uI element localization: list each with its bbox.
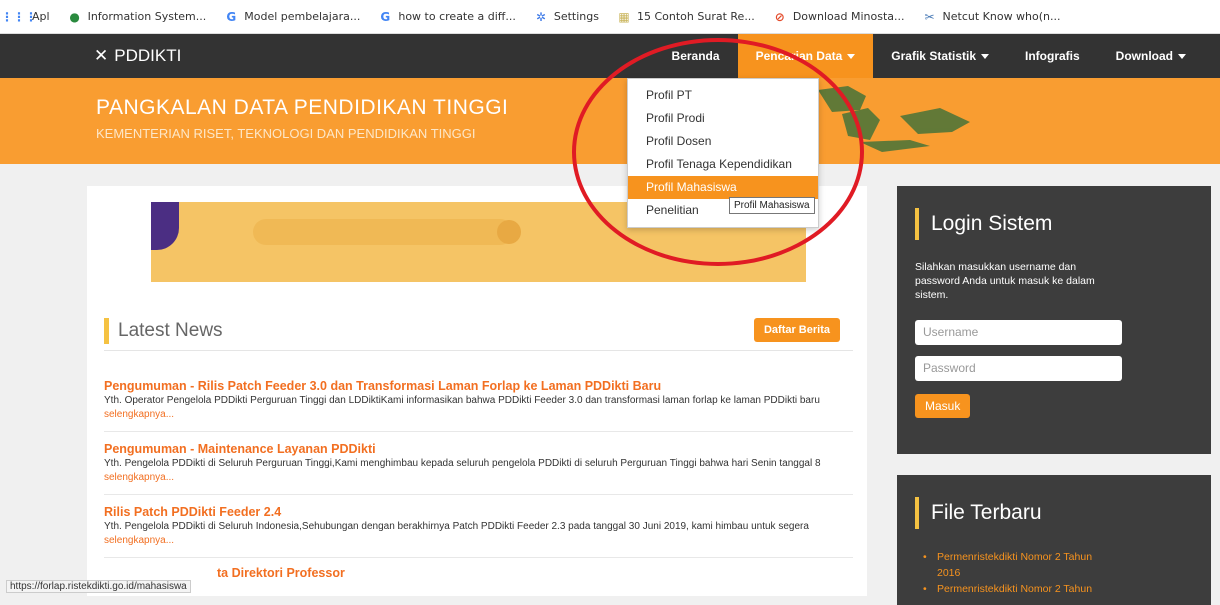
read-more-link[interactable]: selengkapnya... bbox=[104, 535, 174, 546]
caret-down-icon bbox=[981, 53, 989, 59]
panel-title: File Terbaru bbox=[931, 501, 1042, 524]
login-description: Silahkan masukkan username dan password … bbox=[915, 261, 1095, 301]
file-list: Permenristekdikti Nomor 2 Tahun 2016 Per… bbox=[923, 549, 1103, 597]
bookmark-how-to-create[interactable]: Ghow to create a diff... bbox=[378, 9, 516, 24]
news-summary: Yth. Operator Pengelola PDDikti Pergurua… bbox=[104, 394, 853, 422]
main-content: Latest News Daftar Berita Pengumuman - R… bbox=[87, 186, 867, 596]
bookmark-download-minosta[interactable]: ⊘ Download Minosta... bbox=[773, 10, 905, 24]
ad-progress-bar bbox=[253, 219, 513, 245]
nav-infografis[interactable]: Infografis bbox=[1007, 34, 1098, 78]
bookmark-label: Apl bbox=[32, 10, 50, 23]
bookmark-model-pembelajaran[interactable]: G Model pembelajara... bbox=[224, 10, 360, 24]
bookmark-apps[interactable]: ⋮⋮⋮ Apl bbox=[1, 9, 50, 24]
main-nav: Beranda Pencarian Data Grafik Statistik … bbox=[654, 34, 1220, 78]
brand-logo[interactable]: ✕ PDDIKTI bbox=[94, 46, 181, 66]
news-body: Yth. Pengelola PDDikti di Seluruh Indone… bbox=[104, 521, 809, 532]
login-panel: Login Sistem Silahkan masukkan username … bbox=[897, 186, 1211, 454]
section-title: Latest News bbox=[118, 320, 223, 341]
news-body: Yth. Pengelola PDDikti di Seluruh Pergur… bbox=[104, 458, 821, 469]
ad-shape bbox=[151, 202, 179, 250]
top-navbar: ✕ PDDIKTI Beranda Pencarian Data Grafik S… bbox=[0, 34, 1220, 78]
news-item: ta Direktori Professor bbox=[104, 566, 853, 589]
news-title-link[interactable]: Pengumuman - Maintenance Layanan PDDikti bbox=[104, 442, 853, 456]
scissors-icon: ✂ bbox=[924, 9, 935, 24]
menu-item-profil-tenaga-kependidikan[interactable]: Profil Tenaga Kependidikan bbox=[628, 153, 818, 176]
login-header: Login Sistem bbox=[915, 208, 1052, 240]
news-item: Rilis Patch PDDikti Feeder 2.4 Yth. Peng… bbox=[104, 505, 853, 558]
news-title-link[interactable]: Rilis Patch PDDikti Feeder 2.4 bbox=[104, 505, 853, 519]
globe-icon: ● bbox=[69, 9, 80, 24]
news-summary: Yth. Pengelola PDDikti di Seluruh Pergur… bbox=[104, 457, 853, 485]
bookmark-label: Model pembelajara... bbox=[244, 10, 361, 23]
accent-bar bbox=[915, 497, 919, 529]
nav-pencarian-data[interactable]: Pencarian Data bbox=[737, 34, 874, 78]
news-list: Pengumuman - Rilis Patch Feeder 3.0 dan … bbox=[104, 379, 853, 599]
news-body: Yth. Operator Pengelola PDDikti Pergurua… bbox=[104, 395, 820, 406]
username-input[interactable]: Username bbox=[915, 320, 1122, 345]
banner-subtitle: KEMENTERIAN RISET, TEKNOLOGI DAN PENDIDI… bbox=[96, 126, 476, 141]
bookmark-label: Settings bbox=[553, 10, 599, 23]
news-item: Pengumuman - Maintenance Layanan PDDikti… bbox=[104, 442, 853, 495]
file-link[interactable]: Permenristekdikti Nomor 2 Tahun 2016 bbox=[923, 549, 1103, 581]
bookmark-label: 15 Contoh Surat Re... bbox=[636, 10, 755, 23]
gear-icon: ✲ bbox=[535, 9, 546, 24]
nav-label: Grafik Statistik bbox=[891, 49, 976, 63]
menu-item-profil-pt[interactable]: Profil PT bbox=[628, 84, 818, 107]
news-item: Pengumuman - Rilis Patch Feeder 3.0 dan … bbox=[104, 379, 853, 432]
tooltip: Profil Mahasiswa bbox=[729, 197, 815, 214]
nav-beranda[interactable]: Beranda bbox=[654, 34, 738, 78]
news-title-link[interactable]: Pengumuman - Rilis Patch Feeder 3.0 dan … bbox=[104, 379, 853, 393]
bookmark-label: how to create a diff... bbox=[398, 10, 516, 23]
caret-down-icon bbox=[1178, 53, 1186, 59]
nav-label: Beranda bbox=[671, 49, 720, 63]
bookmarks-bar: ⋮⋮⋮ Apl ● Information System... G Model pem… bbox=[0, 0, 1220, 34]
bookmark-label: Netcut Know who(n... bbox=[942, 10, 1061, 23]
google-icon: G bbox=[380, 9, 391, 24]
masuk-button[interactable]: Masuk bbox=[915, 394, 971, 418]
read-more-link[interactable]: selengkapnya... bbox=[104, 472, 174, 483]
wing-logo-icon: ✕ bbox=[94, 46, 109, 65]
bookmark-information-system[interactable]: ● Information System... bbox=[68, 9, 207, 24]
bookmark-label: Information System... bbox=[87, 10, 207, 23]
play-icon[interactable] bbox=[497, 220, 521, 244]
menu-item-profil-mahasiswa[interactable]: Profil Mahasiswa bbox=[628, 176, 818, 199]
file-terbaru-panel: File Terbaru Permenristekdikti Nomor 2 T… bbox=[897, 475, 1211, 605]
latest-news-header: Latest News Daftar Berita bbox=[104, 316, 854, 346]
banner-title: PANGKALAN DATA PENDIDIKAN TINGGI bbox=[96, 96, 509, 119]
accent-bar bbox=[915, 208, 919, 240]
bookmark-contoh-surat[interactable]: ▦ 15 Contoh Surat Re... bbox=[617, 10, 755, 24]
nav-label: Download bbox=[1115, 49, 1173, 63]
nav-label: Infografis bbox=[1025, 49, 1080, 63]
nav-grafik-statistik[interactable]: Grafik Statistik bbox=[873, 34, 1007, 78]
panel-title: Login Sistem bbox=[931, 212, 1053, 235]
brand-name: PDDIKTI bbox=[114, 46, 182, 65]
bookmark-settings[interactable]: ✲ Settings bbox=[534, 10, 599, 24]
folder-icon: ▦ bbox=[618, 9, 630, 24]
hero-banner: PANGKALAN DATA PENDIDIKAN TINGGI KEMENTE… bbox=[0, 78, 1220, 164]
apps-grid-icon: ⋮⋮⋮ bbox=[1, 9, 37, 24]
password-input[interactable]: Password bbox=[915, 356, 1122, 381]
menu-item-profil-prodi[interactable]: Profil Prodi bbox=[628, 107, 818, 130]
read-more-link[interactable]: selengkapnya... bbox=[104, 409, 174, 420]
daftar-berita-button[interactable]: Daftar Berita bbox=[753, 318, 840, 342]
download-icon: ⊘ bbox=[774, 9, 785, 24]
caret-down-icon bbox=[847, 53, 856, 59]
status-bar-url: https://forlap.ristekdikti.go.id/mahasis… bbox=[6, 580, 191, 593]
news-title-link[interactable]: ta Direktori Professor bbox=[217, 566, 853, 580]
divider bbox=[104, 350, 853, 351]
banner-map-illustration bbox=[818, 86, 970, 152]
accent-bar bbox=[104, 318, 109, 344]
bookmark-netcut[interactable]: ✂ Netcut Know who(n... bbox=[923, 9, 1061, 24]
google-icon: G bbox=[226, 9, 237, 24]
menu-item-profil-dosen[interactable]: Profil Dosen bbox=[628, 130, 818, 153]
nav-download[interactable]: Download bbox=[1098, 34, 1220, 78]
news-summary: Yth. Pengelola PDDikti di Seluruh Indone… bbox=[104, 520, 853, 548]
bookmark-label: Download Minosta... bbox=[792, 10, 905, 23]
nav-label: Pencarian Data bbox=[755, 49, 843, 63]
file-link[interactable]: Permenristekdikti Nomor 2 Tahun bbox=[923, 581, 1103, 597]
files-header: File Terbaru bbox=[915, 497, 1042, 529]
